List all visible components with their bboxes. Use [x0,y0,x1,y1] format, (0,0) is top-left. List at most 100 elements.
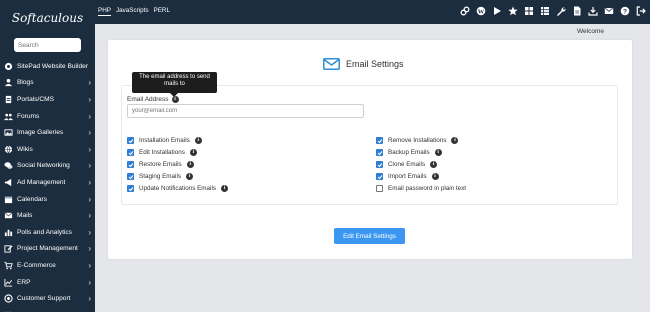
sidebar-item-mails[interactable]: Mails › [0,207,95,224]
sidebar-item-label: Customer Support [17,295,71,303]
chevron-right-icon: › [88,244,91,254]
checkbox[interactable] [376,149,383,156]
option-label: Import Emails [388,173,427,180]
info-icon[interactable]: i [194,137,202,144]
page-title: Email Settings [323,58,404,70]
info-icon[interactable]: i [430,161,438,168]
email-field[interactable] [127,104,364,118]
download-icon[interactable] [588,6,598,16]
chevron-right-icon: › [88,194,91,204]
sidebar-item-project-management[interactable]: Project Management › [0,241,95,258]
sidebar-item-portals-cms[interactable]: Portals/CMS › [0,91,95,108]
sidebar-item-label: Portals/CMS [17,95,55,103]
help-icon[interactable]: ? [620,6,630,16]
search-box [14,38,81,52]
sidebar-item-label: Calendars [17,195,48,203]
sidebar-item-ad-management[interactable]: Ad Management › [0,174,95,191]
checkbox[interactable] [376,137,383,144]
user-icon [4,79,13,87]
tab-perl[interactable]: PERL [154,7,170,16]
envelope-icon [323,58,340,70]
top-bar: PHP JavaScripts PERL W? [95,0,650,24]
language-tabs: PHP JavaScripts PERL [98,7,170,16]
option-update-notifications-emails: Update Notifications Emails i [127,185,228,192]
option-installation-emails: Installation Emails i [127,137,202,144]
list-icon[interactable] [540,6,550,16]
sidebar-item-erp[interactable]: ERP › [0,274,95,291]
tab-php[interactable]: PHP [98,7,111,16]
link-icon[interactable] [460,6,470,16]
sidebar-item-label: Project Management [17,245,78,253]
chevron-right-icon: › [88,161,91,171]
option-label: Remove Installations [388,137,447,144]
checkbox[interactable] [127,173,134,180]
checkbox[interactable] [376,173,383,180]
info-icon[interactable]: i [171,96,179,103]
sidebar-item-image-galleries[interactable]: Image Galleries › [0,124,95,141]
sidebar-item-calendars[interactable]: Calendars › [0,191,95,208]
sidebar-nav: SitePad Website Builder Blogs › Portals/CMS… [0,58,95,312]
option-label: Clone Emails [388,161,426,168]
wordpress-icon[interactable]: W [476,6,486,16]
page-title-text: Email Settings [346,59,404,69]
chevron-right-icon: › [88,111,91,121]
support-icon [4,294,13,303]
info-icon[interactable]: i [221,185,228,192]
chevron-right-icon: › [88,144,91,154]
option-label: Edit Installations [139,149,185,156]
email-tooltip: The email address to send mails to [132,72,217,97]
mail-icon[interactable] [604,6,614,16]
info-icon[interactable]: i [189,149,197,156]
sidebar-item-forums[interactable]: Forums › [0,108,95,125]
sitepad-icon [4,62,13,70]
toolbar-icons: W? [460,6,646,16]
search-input[interactable] [18,41,78,49]
info-icon[interactable]: i [451,137,459,144]
email-address-label-text: Email Address [127,96,169,103]
svg-text:W: W [478,8,485,15]
option-clone-emails: Clone Emails i [376,161,438,168]
file-icon[interactable] [572,6,582,16]
svg-text:?: ? [623,8,627,15]
edit-icon [4,245,13,253]
play-icon[interactable] [492,6,502,16]
option-edit-installations: Edit Installations i [127,149,197,156]
welcome-text: Welcome [577,28,604,35]
star-icon[interactable] [508,6,518,16]
option-label: Email password in plain text [388,185,467,192]
info-icon[interactable]: i [186,161,194,168]
sidebar-item-customer-support[interactable]: Customer Support › [0,290,95,307]
sidebar-item-label: SitePad Website Builder [17,62,88,70]
checkbox[interactable] [127,161,134,168]
sidebar-item-e-commerce[interactable]: E-Commerce › [0,257,95,274]
info-icon[interactable]: i [186,173,193,180]
edit-email-settings-button[interactable]: Edit Email Settings [334,228,405,244]
wrench-icon[interactable] [556,6,566,16]
info-icon[interactable]: i [434,149,442,156]
checkbox[interactable] [127,185,134,192]
checkbox[interactable] [376,161,383,168]
chevron-right-icon: › [88,211,91,221]
sidebar-item-social-networking[interactable]: Social Networking › [0,158,95,175]
grid-icon[interactable] [524,6,534,16]
sidebar-item-label: E-Commerce [17,261,56,269]
checkbox[interactable] [127,149,134,156]
chevron-right-icon: › [88,227,91,237]
checkbox[interactable] [376,185,383,192]
logout-icon[interactable] [636,6,646,16]
info-icon[interactable]: i [431,173,439,180]
chart-icon [4,278,13,287]
calendar-icon [4,196,13,203]
option-restore-emails: Restore Emails i [127,161,194,168]
sidebar-item-label: ERP [17,278,31,286]
option-staging-emails: Staging Emails i [127,173,193,180]
checkbox[interactable] [127,137,134,144]
tab-javascripts[interactable]: JavaScripts [116,7,149,16]
sidebar-item-wikis[interactable]: Wikis › [0,141,95,158]
globe-icon [4,145,13,154]
sidebar-item-sitepad-website-builder[interactable]: SitePad Website Builder [0,58,95,75]
sidebar-item-polls-and-analytics[interactable]: Polls and Analytics › [0,224,95,241]
sidebar-item-blogs[interactable]: Blogs › [0,75,95,92]
sidebar-item-frameworks[interactable]: Frameworks› [0,307,95,312]
softaculous-logo[interactable]: Softaculous [0,0,95,36]
